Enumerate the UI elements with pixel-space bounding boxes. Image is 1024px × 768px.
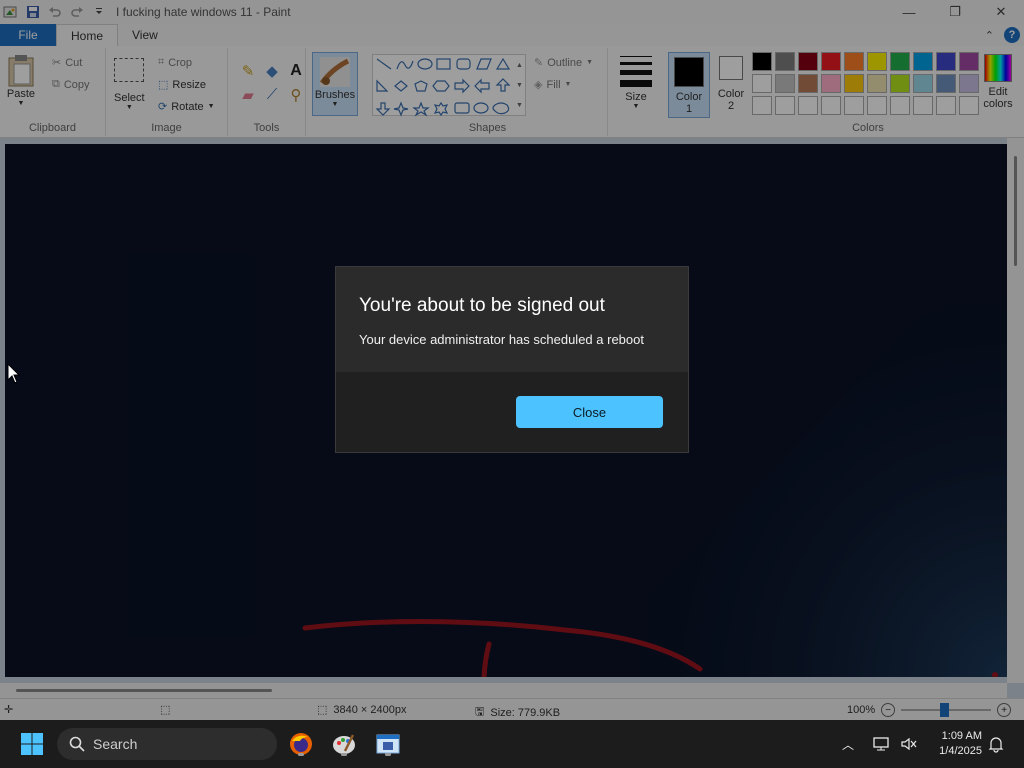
show-hidden-icons-button[interactable]: ︿ [842,720,854,768]
taskbar-search[interactable]: Search [57,728,277,760]
search-label: Search [93,736,138,752]
dialog-title: You're about to be signed out [359,295,605,316]
bell-icon [988,737,1004,753]
start-button[interactable] [18,730,46,758]
dialog-message: Your device administrator has scheduled … [359,332,644,347]
clock-time: 1:09 AM [941,730,982,742]
taskbar-clock[interactable]: 1:09 AM 1/4/2025 [939,729,982,759]
dialog-footer: Close [336,372,688,452]
sign-out-dialog: You're about to be signed out Your devic… [335,266,689,453]
close-button[interactable]: Close [516,396,663,428]
volume-button[interactable] [900,720,918,768]
chevron-up-icon: ︿ [842,737,855,752]
network-button[interactable] [872,720,890,768]
running-indicator [341,753,347,756]
app-window-taskbar-button[interactable] [374,730,402,758]
paint-taskbar-button[interactable] [330,730,358,758]
clock-date: 1/4/2025 [939,745,982,757]
running-indicator [385,753,391,756]
volume-muted-icon [901,737,917,751]
network-icon [873,737,889,751]
notifications-button[interactable] [988,720,1004,768]
taskbar: Search ︿ 1:09 AM 1/4/2025 [0,720,1024,768]
firefox-taskbar-button[interactable] [287,730,315,758]
windows-logo-icon [21,733,43,755]
running-indicator [298,753,304,756]
search-icon [69,736,85,752]
mouse-cursor-icon [7,363,21,384]
